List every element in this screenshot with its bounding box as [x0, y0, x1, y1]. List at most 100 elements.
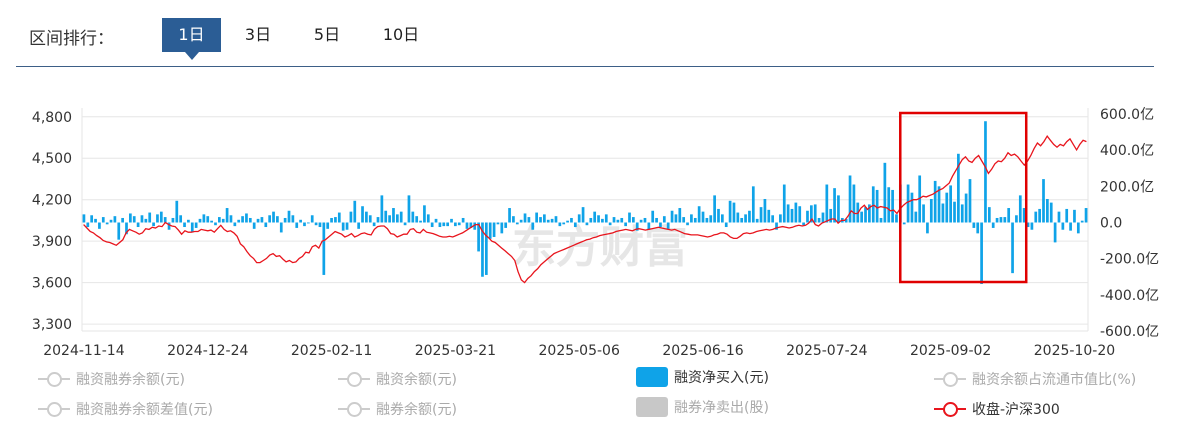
- net-buy-bar: [1061, 222, 1065, 230]
- net-buy-bar: [597, 215, 600, 223]
- legend-label: 融券净卖出(股): [674, 400, 769, 416]
- net-buy-bar: [1042, 179, 1045, 223]
- net-buy-bar: [999, 217, 1003, 223]
- net-buy-bar: [314, 222, 318, 226]
- net-buy-bar: [817, 217, 821, 223]
- net-buy-bar: [407, 195, 411, 223]
- net-buy-bar: [183, 222, 186, 228]
- legend-financing-net-buy[interactable]: 融资净买入(元): [636, 366, 769, 388]
- legend-margin-total[interactable]: 融资融券余额(元): [38, 368, 185, 390]
- net-buy-bar: [929, 198, 933, 223]
- net-buy-bar: [403, 222, 407, 226]
- net-buy-bar: [241, 216, 244, 223]
- net-buy-bar: [632, 217, 635, 223]
- x-axis: 2024-11-14 2024-12-24 2025-02-11 2025-03-21…: [43, 343, 1115, 359]
- net-buy-bar: [782, 184, 786, 223]
- net-buy-bar: [175, 200, 179, 223]
- net-buy-bar: [1076, 222, 1080, 234]
- net-buy-bar: [666, 222, 670, 229]
- net-buy-bar: [624, 222, 627, 227]
- net-buy-bar: [295, 222, 299, 228]
- net-buy-bar: [604, 214, 608, 223]
- net-buy-bar: [457, 222, 461, 226]
- net-buy-bar: [361, 206, 364, 223]
- net-buy-bar: [759, 207, 763, 223]
- net-buy-bar: [879, 217, 883, 223]
- net-buy-bar: [906, 184, 910, 223]
- legend-label: 融资净买入(元): [674, 370, 769, 386]
- net-buy-bar: [423, 205, 426, 223]
- net-buy-bar: [337, 212, 341, 223]
- net-buy-bar: [1038, 208, 1041, 223]
- legend-margin-difference[interactable]: 融资融券余额差值(元): [38, 398, 213, 420]
- net-buy-bar: [1046, 198, 1049, 223]
- net-buy-bar: [573, 222, 577, 228]
- net-buy-bar: [852, 184, 856, 223]
- net-buy-bar: [132, 216, 136, 223]
- net-buy-bar: [678, 208, 682, 223]
- net-buy-bar: [384, 210, 388, 223]
- legend-bar-swatch-icon: [636, 367, 668, 387]
- net-buy-bar: [442, 222, 446, 227]
- left-tick-label: 4,500: [32, 151, 72, 167]
- legend-line-marker-icon: [38, 372, 70, 387]
- net-buy-bar: [368, 215, 372, 223]
- net-buy-bar: [910, 192, 914, 223]
- legend-line-marker-icon: [38, 402, 70, 417]
- legend-financing-balance[interactable]: 融资余额(元): [338, 368, 457, 390]
- net-buy-bar: [895, 214, 898, 223]
- net-buy-bar: [767, 209, 771, 223]
- net-buy-bar: [1065, 208, 1069, 223]
- net-buy-bar: [682, 217, 686, 223]
- net-buy-bar: [229, 215, 233, 223]
- net-buy-bar: [535, 212, 538, 223]
- net-buy-bar: [883, 162, 887, 223]
- x-tick-label: 2024-12-24: [167, 343, 248, 359]
- net-buy-bar: [94, 218, 97, 223]
- net-buy-bar: [1049, 202, 1053, 223]
- net-buy-bar: [1003, 217, 1007, 223]
- net-buy-bar: [976, 222, 980, 234]
- net-buy-bar: [643, 217, 647, 223]
- net-buy-bar: [825, 184, 829, 223]
- net-buy-bar: [330, 217, 333, 223]
- right-tick-label: 600.0亿: [1100, 107, 1154, 123]
- net-buy-bar: [914, 211, 918, 223]
- net-buy-bar: [1057, 211, 1061, 223]
- net-buy-bar: [179, 215, 183, 223]
- net-buy-bar: [543, 214, 546, 223]
- net-buy-bar: [303, 222, 306, 227]
- net-buy-bar: [206, 216, 210, 223]
- net-buy-bar: [902, 222, 906, 225]
- net-buy-bar: [523, 213, 527, 223]
- net-buy-bar: [628, 212, 631, 223]
- net-buy-bar: [129, 213, 132, 223]
- net-buy-bar: [620, 217, 624, 223]
- net-buy-bar: [306, 222, 310, 224]
- net-buy-bar: [299, 219, 302, 223]
- legend-csi300-close[interactable]: 收盘-沪深300: [934, 398, 1060, 420]
- net-buy-bar: [933, 180, 937, 223]
- net-buy-bar: [558, 222, 562, 227]
- net-buy-bar: [945, 192, 949, 223]
- net-buy-bar: [821, 212, 825, 223]
- net-buy-bar: [527, 217, 531, 223]
- net-buy-bar: [148, 212, 152, 223]
- net-buy-bar: [709, 215, 713, 223]
- net-buy-bar: [136, 222, 140, 228]
- net-buy-bar: [833, 188, 836, 223]
- legend: 融资融券余额(元) 融资余额(元) 融资净买入(元) 融资余额占流通市值比(%)…: [0, 360, 1182, 424]
- net-buy-bar: [349, 211, 353, 223]
- net-buy-bar: [980, 222, 983, 284]
- net-buy-bar: [310, 215, 314, 223]
- net-buy-bar: [156, 214, 159, 223]
- net-buy-bar: [554, 216, 558, 223]
- net-buy-bar: [492, 222, 496, 237]
- right-tick-label: -600.0亿: [1100, 324, 1159, 340]
- legend-securities-net-sell[interactable]: 融券净卖出(股): [636, 396, 769, 418]
- net-buy-bar: [372, 222, 376, 227]
- net-buy-bar: [430, 222, 434, 228]
- legend-financing-ratio[interactable]: 融资余额占流通市值比(%): [934, 368, 1136, 390]
- legend-securities-lending-balance[interactable]: 融券余额(元): [338, 398, 457, 420]
- net-buy-bar: [415, 216, 419, 223]
